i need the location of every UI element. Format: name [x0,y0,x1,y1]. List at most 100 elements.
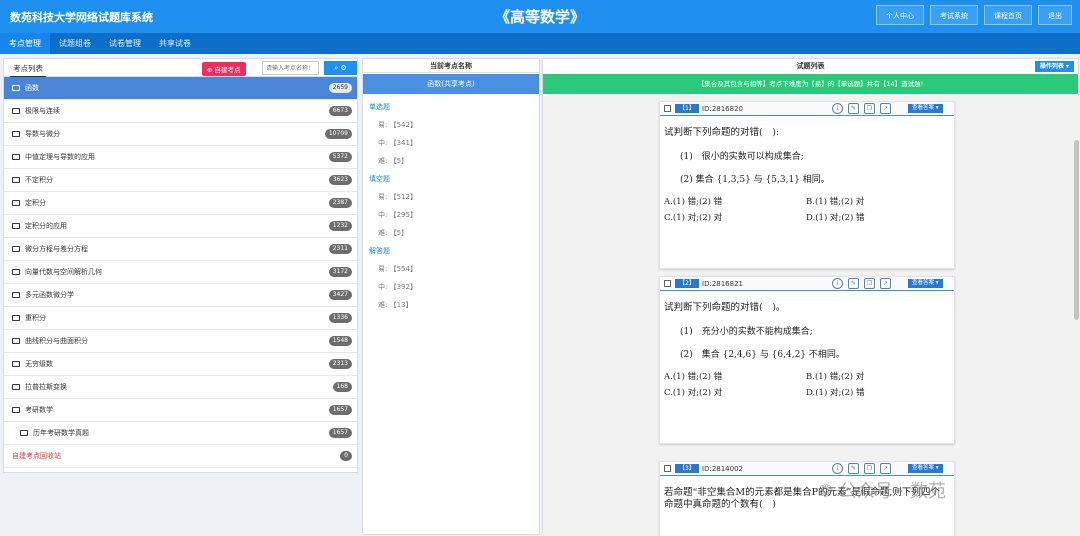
question-card-header: 【2】 ID:2816821 i ✎ ❐ ↗ 查看答案 ▾ [660,277,954,291]
knowledge-point-row[interactable]: 中值定理与导数的应用 5372 [4,146,357,169]
share-icon[interactable]: ↗ [880,278,891,289]
difficulty-count: 【512】 [389,193,417,201]
tab-knowledge-list[interactable]: 考点列表 [10,61,46,77]
answer-option[interactable]: B.(1) 错;(2) 对 [806,195,948,207]
edit-icon[interactable]: ✎ [848,103,859,114]
question-type-label[interactable]: 单选题 [369,102,539,112]
answer-option[interactable]: A.(1) 错;(2) 错 [664,195,806,207]
scrollbar[interactable] [1074,140,1079,320]
tab-knowledge-points[interactable]: 考点管理 [0,33,50,54]
question-type-label[interactable]: 解答题 [369,246,539,256]
plus-circle-icon: ⊕ [207,66,215,74]
knowledge-point-name: 重积分 [25,314,46,322]
knowledge-point-row[interactable]: 极限与连续 6673 [4,100,357,123]
personal-center-button[interactable]: 个人中心 [876,5,924,25]
difficulty-link[interactable]: 易: 【542】 [378,120,539,130]
answer-option[interactable]: C.(1) 对;(2) 对 [664,386,806,398]
question-count-badge: 10709 [324,129,352,139]
knowledge-point-row[interactable]: 多元函数微分学 3427 [4,284,357,307]
difficulty-link[interactable]: 难: 【13】 [378,300,539,310]
folder-icon [12,338,20,344]
copy-icon[interactable]: ❐ [864,278,875,289]
question-id: ID:2816821 [702,280,743,288]
knowledge-point-row[interactable]: 定积分的应用 1232 [4,215,357,238]
knowledge-point-row[interactable]: 不定积分 3623 [4,169,357,192]
create-point-button[interactable]: ⊕ 自建考点 [202,62,246,76]
knowledge-point-name: 定积分 [25,199,46,207]
tab-paper-management[interactable]: 试卷管理 [100,33,150,54]
knowledge-point-row[interactable]: 无穷级数 2313 [4,353,357,376]
difficulty-link[interactable]: 中: 【341】 [378,138,539,148]
course-home-button[interactable]: 课程首页 [984,5,1032,25]
difficulty-link[interactable]: 难: 【5】 [378,228,539,238]
operation-list-button[interactable]: 操作列表 ▾ [1034,61,1074,72]
knowledge-point-row[interactable]: 曲线积分与曲面积分 1548 [4,330,357,353]
question-actions: i ✎ ❐ ↗ [832,278,891,289]
top-buttons: 个人中心 考试系统 课程首页 退出 [876,5,1072,25]
knowledge-point-row[interactable]: 向量代数与空间解析几何 3172 [4,261,357,284]
knowledge-search-input[interactable] [262,61,319,75]
question-checkbox[interactable] [664,280,671,287]
question-list-title: 试题列表 [796,62,825,70]
share-icon[interactable]: ↗ [880,463,891,474]
answer-option[interactable]: D.(1) 对;(2) 错 [806,211,948,223]
difficulty-label: 易: [378,265,388,273]
exam-system-button[interactable]: 考试系统 [930,5,978,25]
knowledge-point-row[interactable]: 函数 2659 [4,77,357,100]
knowledge-point-row[interactable]: 定积分 2387 [4,192,357,215]
difficulty-link[interactable]: 中: 【392】 [378,282,539,292]
knowledge-point-row[interactable]: 微分方程与差分方程 2311 [4,238,357,261]
watermark: ❁ 公众号 · 数苑 [818,481,946,502]
difficulty-link[interactable]: 易: 【554】 [378,264,539,274]
answer-option[interactable]: C.(1) 对;(2) 对 [664,211,806,223]
info-icon[interactable]: i [832,278,843,289]
knowledge-point-name: 向量代数与空间解析几何 [25,268,102,276]
knowledge-point-name: 考研数学 [25,406,53,414]
share-icon[interactable]: ↗ [880,103,891,114]
knowledge-point-row[interactable]: 历年考研数学真题 1657 [4,422,357,445]
difficulty-link[interactable]: 难: 【5】 [378,156,539,166]
question-list-panel: 试题列表 操作列表 ▾ 【集合及其包含与相等】考点下难度为【易】的【单选题】共有… [542,58,1080,536]
folder-icon [12,361,20,367]
question-card-header: 【3】 ID:2814002 i ✎ ❐ ↗ 查看答案 ▾ [660,462,954,476]
info-icon[interactable]: i [832,463,843,474]
tab-shared-papers[interactable]: 共享试卷 [150,33,200,54]
tab-compose-paper[interactable]: 试题组卷 [50,33,100,54]
current-point-panel: 当前考点名称 函数(共享考点) 单选题 易: 【542】 中: 【341】 难: 【5… [362,58,540,535]
question-count-badge: 1232 [328,221,352,231]
knowledge-point-row[interactable]: 重积分 1336 [4,307,357,330]
edit-icon[interactable]: ✎ [848,278,859,289]
question-statement: (1) 很小的实数可以构成集合; [680,152,804,162]
info-icon[interactable]: i [832,103,843,114]
question-number: 【2】 [675,279,699,288]
gear-icon: ⚙ [340,64,347,72]
knowledge-panel-header: 考点列表 ⊕ 自建考点 ⌕ ⚙ [4,59,357,77]
search-button[interactable]: ⌕ ⚙ [324,61,357,75]
question-actions: i ✎ ❐ ↗ [832,103,891,114]
question-type-label[interactable]: 填空题 [369,174,539,184]
knowledge-point-row[interactable]: 导数与微分 10709 [4,123,357,146]
answer-option[interactable]: B.(1) 错;(2) 对 [806,370,948,382]
question-checkbox[interactable] [664,465,671,472]
view-answer-button[interactable]: 查看答案 ▾ [908,104,943,113]
current-point-header: 当前考点名称 [363,59,539,73]
copy-icon[interactable]: ❐ [864,103,875,114]
view-answer-button[interactable]: 查看答案 ▾ [908,464,943,473]
copy-icon[interactable]: ❐ [864,463,875,474]
folder-icon [12,85,20,91]
knowledge-point-row[interactable]: 拉普拉斯变换 168 [4,376,357,399]
difficulty-link[interactable]: 中: 【295】 [378,210,539,220]
question-statement: (2) 集合 {1,3,5} 与 {5,3,1} 相同。 [680,175,830,185]
question-scroll-area[interactable]: 【1】 ID:2816820 i ✎ ❐ ↗ 查看答案 ▾ 试判断下列命题的对错( ): (1)… [543,96,1080,536]
view-answer-button[interactable]: 查看答案 ▾ [908,279,943,288]
question-card: 【1】 ID:2816820 i ✎ ❐ ↗ 查看答案 ▾ 试判断下列命题的对错( ): (1)… [659,101,955,269]
difficulty-link[interactable]: 易: 【512】 [378,192,539,202]
knowledge-point-row[interactable]: 考研数学 1657 [4,399,357,422]
question-list-header: 试题列表 操作列表 ▾ [543,59,1078,73]
logout-button[interactable]: 退出 [1038,5,1072,25]
edit-icon[interactable]: ✎ [848,463,859,474]
answer-option[interactable]: D.(1) 对;(2) 错 [806,386,948,398]
question-checkbox[interactable] [664,105,671,112]
answer-option[interactable]: A.(1) 错;(2) 错 [664,370,806,382]
knowledge-point-row[interactable]: 自建考点回收站 0 [4,445,357,468]
